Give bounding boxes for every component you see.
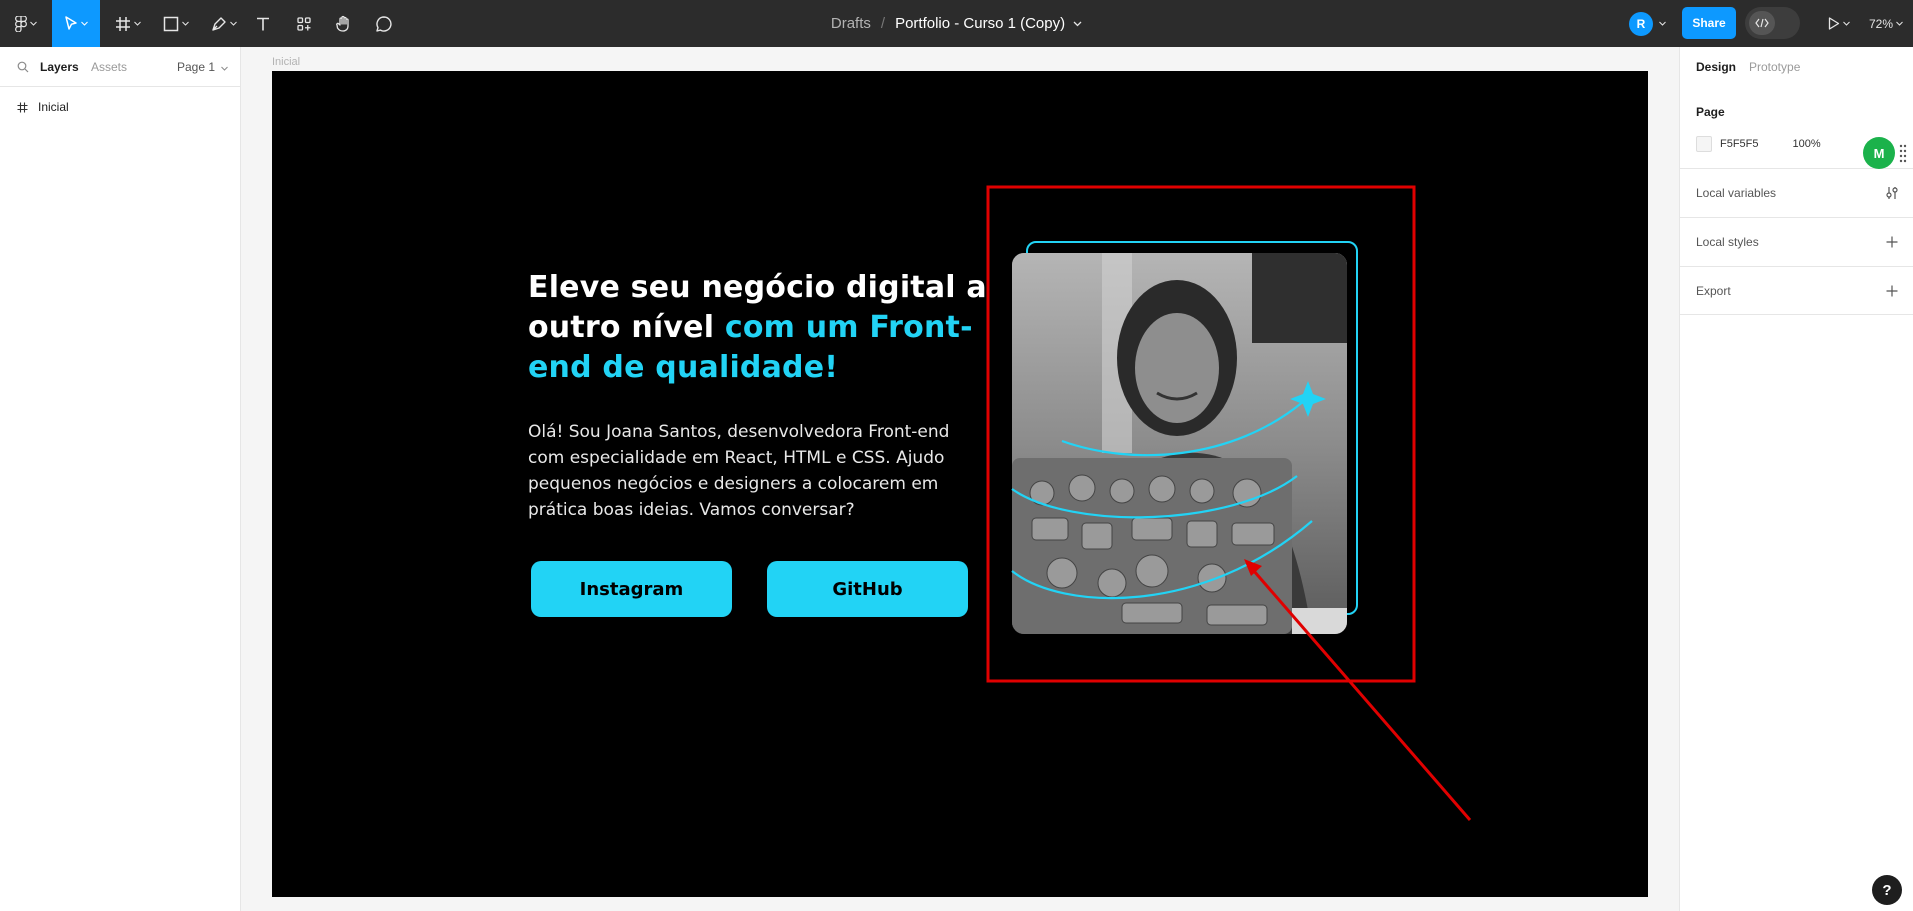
layers-panel: Layers Assets Page 1 Inicial (0, 47, 241, 911)
layer-name: Inicial (38, 100, 69, 114)
play-icon (1828, 17, 1840, 30)
cursor-arrow-icon (65, 15, 77, 30)
pen-icon (212, 16, 226, 31)
page-color-swatch[interactable] (1696, 136, 1712, 152)
chevron-down-icon (1843, 21, 1850, 26)
pen-tool-button[interactable] (206, 0, 242, 47)
profile-photo[interactable] (1012, 253, 1347, 634)
plus-icon[interactable] (1886, 236, 1898, 248)
properties-panel: Design Prototype Page F5F5F5 100% Local … (1679, 47, 1913, 911)
breadcrumb-separator: / (880, 15, 886, 32)
page-selector[interactable]: Page 1 (177, 60, 229, 74)
tab-assets[interactable]: Assets (91, 60, 127, 74)
page-opacity[interactable]: 100% (1793, 138, 1821, 150)
plus-icon[interactable] (1886, 285, 1898, 297)
chevron-down-icon[interactable] (1073, 21, 1082, 27)
comment-bubble-icon (376, 15, 392, 32)
page-color-hex[interactable]: F5F5F5 (1720, 138, 1759, 150)
breadcrumb-drafts[interactable]: Drafts (831, 15, 871, 32)
chevron-down-icon (30, 21, 37, 26)
export-row[interactable]: Export (1680, 266, 1913, 315)
hero-headline[interactable]: Eleve seu negócio digital a outro nível … (528, 268, 998, 388)
local-styles-label: Local styles (1696, 235, 1759, 249)
hand-icon (336, 15, 349, 32)
text-t-icon (257, 17, 269, 30)
zoom-level[interactable]: 72% (1869, 0, 1903, 47)
zoom-value: 72% (1869, 16, 1894, 31)
chevron-down-icon[interactable] (1659, 21, 1666, 26)
export-label: Export (1696, 283, 1731, 298)
local-styles-row[interactable]: Local styles (1680, 217, 1913, 266)
tab-design[interactable]: Design (1696, 60, 1736, 74)
instagram-button[interactable]: Instagram (531, 561, 732, 617)
hand-tool-button[interactable] (333, 0, 355, 47)
figma-logo-icon (15, 15, 27, 32)
tab-layers[interactable]: Layers (40, 60, 79, 74)
text-tool-button[interactable] (252, 0, 274, 47)
frame-hash-icon (116, 16, 130, 31)
user-avatar[interactable]: R (1629, 12, 1653, 36)
chevron-down-icon (81, 21, 88, 26)
github-button[interactable]: GitHub (767, 561, 968, 617)
frame-inicial[interactable]: Eleve seu negócio digital a outro nível … (272, 71, 1648, 897)
plugin-badge[interactable]: M (1863, 137, 1895, 169)
local-variables-label: Local variables (1696, 186, 1777, 200)
chevron-down-icon (230, 21, 237, 26)
frame-tool-button[interactable] (110, 0, 146, 47)
page-selector-label: Page 1 (177, 60, 216, 74)
plugin-badge-label: M (1873, 145, 1885, 161)
frame-label[interactable]: Inicial (272, 56, 300, 68)
photo-illustration (1012, 253, 1347, 634)
page-section-title: Page (1696, 105, 1725, 119)
page-background-row[interactable]: F5F5F5 100% (1696, 135, 1821, 153)
chevron-down-icon (182, 21, 189, 26)
layer-item-inicial[interactable]: Inicial (0, 95, 240, 119)
help-button[interactable]: ? (1872, 875, 1902, 905)
search-icon[interactable] (17, 61, 29, 73)
local-variables-row[interactable]: Local variables (1680, 168, 1913, 217)
main-menu-button[interactable] (8, 0, 44, 47)
frame-hash-icon (17, 102, 28, 112)
code-brackets-icon (1749, 11, 1775, 35)
top-toolbar: Drafts / Portfolio - Curso 1 (Copy) R Sh… (0, 0, 1913, 47)
move-tool-button[interactable] (52, 0, 100, 47)
chevron-down-icon (1896, 21, 1903, 26)
share-button[interactable]: Share (1682, 7, 1736, 39)
resources-tool-button[interactable] (293, 0, 315, 47)
dev-mode-toggle[interactable] (1745, 7, 1800, 39)
resources-icon (297, 16, 311, 31)
chevron-down-icon (221, 66, 229, 71)
comment-tool-button[interactable] (373, 0, 395, 47)
present-button[interactable] (1822, 0, 1856, 47)
left-panel-tabs: Layers Assets Page 1 (0, 47, 240, 87)
figma-app: Drafts / Portfolio - Curso 1 (Copy) R Sh… (0, 0, 1913, 911)
file-name[interactable]: Portfolio - Curso 1 (Copy) (895, 15, 1065, 32)
right-panel-tabs: Design Prototype (1680, 47, 1913, 87)
drag-handle-icon[interactable] (1899, 143, 1907, 163)
hero-intro-text[interactable]: Olá! Sou Joana Santos, desenvolvedora Fr… (528, 419, 988, 523)
chevron-down-icon (134, 21, 141, 26)
variables-sliders-icon[interactable] (1886, 186, 1898, 200)
shape-tool-button[interactable] (158, 0, 194, 47)
file-title-area: Drafts / Portfolio - Curso 1 (Copy) (0, 0, 1913, 47)
rectangle-icon (163, 16, 179, 31)
tab-prototype[interactable]: Prototype (1749, 60, 1800, 74)
